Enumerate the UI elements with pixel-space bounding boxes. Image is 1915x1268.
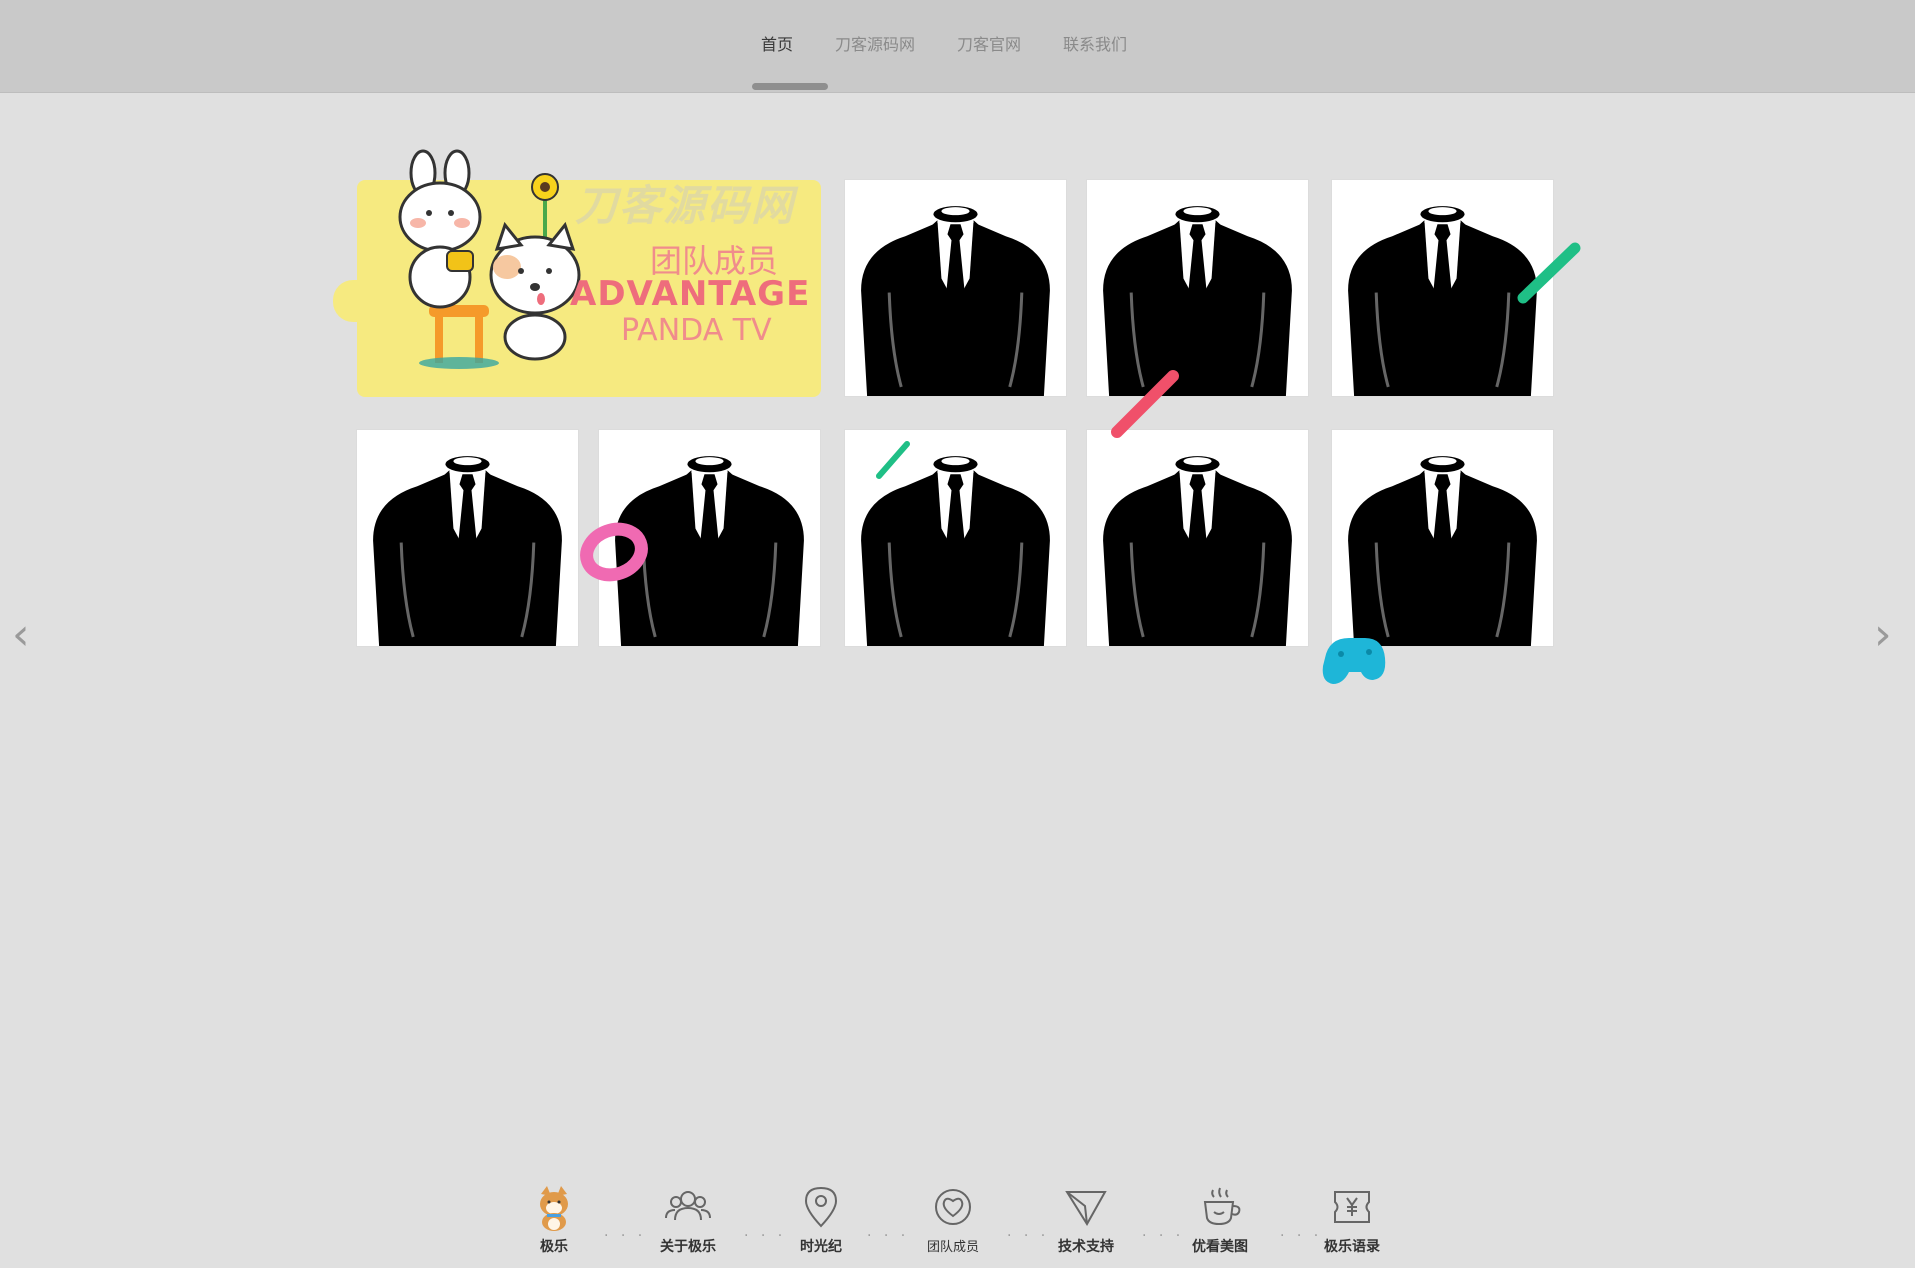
suit-silhouette-icon bbox=[357, 430, 578, 646]
red-stroke-icon bbox=[1111, 370, 1179, 438]
bottom-nav-label: 团队成员 bbox=[926, 1240, 979, 1255]
nav-active-indicator bbox=[752, 83, 828, 90]
bottom-nav-label: 技术支持 bbox=[1058, 1239, 1114, 1255]
nav-item-home[interactable]: 首页 bbox=[740, 30, 814, 60]
bottom-nav-label: 关于极乐 bbox=[660, 1239, 716, 1255]
suit-silhouette-icon bbox=[1087, 430, 1308, 646]
suit-silhouette-icon bbox=[845, 180, 1066, 396]
location-pin-icon bbox=[804, 1186, 838, 1228]
banner-illustration bbox=[398, 149, 581, 369]
shiba-dog-icon bbox=[540, 1186, 568, 1231]
green-dash-icon bbox=[876, 441, 910, 479]
carousel-prev-button[interactable]: ‹ bbox=[12, 610, 30, 660]
pink-ring-icon bbox=[580, 522, 648, 582]
yen-ticket-icon bbox=[1334, 1191, 1370, 1223]
carousel-next-button[interactable]: › bbox=[1874, 610, 1892, 660]
nav-item-daoke-source[interactable]: 刀客源码网 bbox=[814, 30, 936, 60]
bottom-nav-about[interactable]: 关于极乐 bbox=[633, 1170, 743, 1256]
suit-silhouette-icon bbox=[1332, 430, 1553, 646]
heart-badge-icon bbox=[935, 1189, 971, 1225]
people-group-icon bbox=[665, 1191, 711, 1221]
bottom-nav-timeline[interactable]: 时光纪 bbox=[766, 1170, 876, 1256]
coffee-cup-icon bbox=[1203, 1187, 1241, 1226]
banner-watermark: 刀客源码网 bbox=[575, 181, 796, 230]
banner-subtitle: ADVANTAGE bbox=[570, 274, 811, 314]
member-card[interactable] bbox=[845, 180, 1066, 396]
bottom-nav-label: 极乐 bbox=[540, 1239, 568, 1255]
bottom-nav-label: 时光纪 bbox=[800, 1239, 842, 1255]
bottom-nav-gallery[interactable]: 优看美图 bbox=[1165, 1170, 1275, 1256]
paper-plane-icon bbox=[1065, 1191, 1107, 1226]
member-card[interactable] bbox=[1087, 430, 1308, 646]
green-stroke-icon bbox=[1517, 242, 1581, 304]
nav-item-contact[interactable]: 联系我们 bbox=[1042, 30, 1148, 60]
bottom-nav-team[interactable]: 团队成员 bbox=[898, 1170, 1008, 1255]
bottom-nav-label: 极乐语录 bbox=[1324, 1239, 1380, 1255]
nav-item-daoke-official[interactable]: 刀客官网 bbox=[936, 30, 1042, 60]
bottom-nav-quotes[interactable]: 极乐语录 bbox=[1297, 1170, 1407, 1256]
bottom-nav-jile[interactable]: 极乐 bbox=[499, 1170, 609, 1256]
bottom-nav-support[interactable]: 技术支持 bbox=[1031, 1170, 1141, 1256]
member-card[interactable] bbox=[357, 430, 578, 646]
blue-gamepad-icon bbox=[1322, 638, 1386, 684]
nav-menu: 首页 刀客源码网 刀客官网 联系我们 bbox=[740, 30, 1148, 60]
bottom-navigation: 极乐 · · · 关于极乐 · · · 时光纪 · · · 团队成员 · · · bbox=[0, 1170, 1915, 1268]
banner-brand: PANDA TV bbox=[621, 313, 772, 348]
top-navigation: 首页 刀客源码网 刀客官网 联系我们 bbox=[0, 0, 1915, 93]
member-card[interactable] bbox=[1332, 430, 1553, 646]
bottom-nav-label: 优看美图 bbox=[1192, 1239, 1248, 1255]
